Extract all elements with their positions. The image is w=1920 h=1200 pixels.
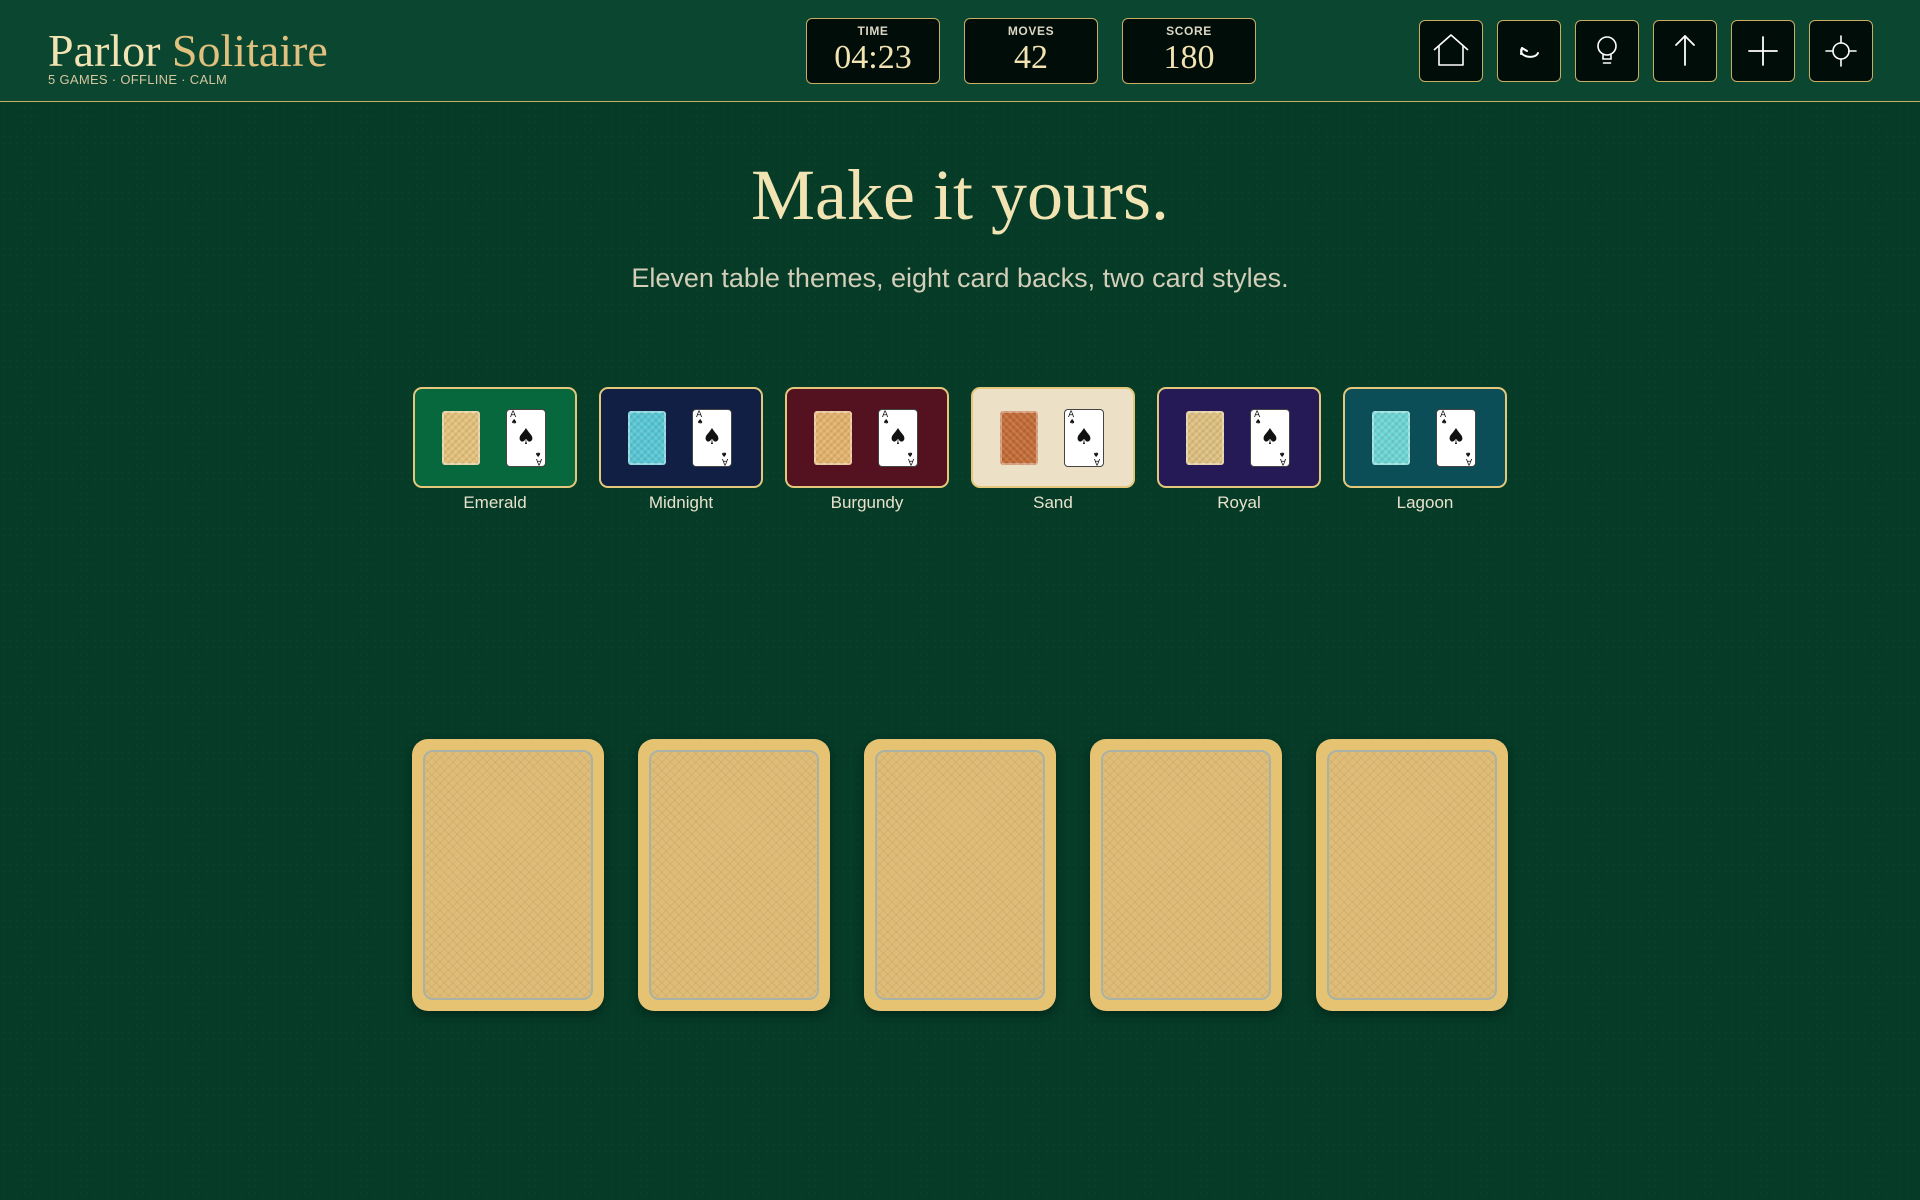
home-button[interactable] — [1419, 20, 1483, 82]
mini-card-back — [1372, 411, 1410, 465]
moves-stat: MOVES 42 — [964, 18, 1098, 84]
app-title-part1: Parlor — [48, 25, 161, 76]
theme-option-royal[interactable]: A ♠ ♠ A ♠ Royal — [1157, 387, 1321, 513]
mini-card-back — [814, 411, 852, 465]
hero-headline: Make it yours. — [751, 155, 1169, 235]
home-icon — [1433, 34, 1469, 66]
spade-icon: ♠ — [702, 425, 722, 450]
top-bar: Parlor Solitaire 5 GAMES · OFFLINE · CAL… — [0, 0, 1920, 102]
theme-option-midnight[interactable]: A ♠ ♠ A ♠ Midnight — [599, 387, 763, 513]
time-label: TIME — [857, 24, 889, 38]
crosshair-icon — [1825, 35, 1857, 67]
settings-button[interactable] — [1809, 20, 1873, 82]
mini-ace-of-spades: A ♠ ♠ A ♠ — [1250, 409, 1290, 467]
card-back-pattern — [423, 750, 593, 1000]
spade-icon: ♠ — [534, 450, 541, 458]
theme-label: Sand — [1033, 493, 1073, 512]
mini-ace-of-spades: A ♠ ♠ A ♠ — [692, 409, 732, 467]
spade-icon: ♠ — [720, 450, 727, 458]
moves-label: MOVES — [1007, 24, 1055, 38]
mini-ace-of-spades: A ♠ ♠ A ♠ — [1436, 409, 1476, 467]
card-back-pattern — [875, 750, 1045, 1000]
arrow-up-icon — [1675, 35, 1695, 66]
mini-ace-of-spades: A ♠ ♠ A ♠ — [1064, 409, 1104, 467]
undo-icon — [1520, 47, 1539, 58]
card-back[interactable] — [1316, 739, 1508, 1011]
theme-label: Emerald — [463, 493, 527, 512]
theme-label: Burgundy — [830, 493, 904, 512]
spade-icon: ♠ — [888, 425, 908, 450]
theme-option-emerald[interactable]: A ♠ ♠ A ♠ Emerald — [413, 387, 577, 513]
card-back-pattern — [1101, 750, 1271, 1000]
mini-ace-of-spades: A ♠ ♠ A ♠ — [878, 409, 918, 467]
mini-card-back — [628, 411, 666, 465]
theme-swatch[interactable]: A ♠ ♠ A ♠ — [1157, 387, 1321, 488]
spade-icon: ♠ — [1092, 450, 1099, 458]
theme-option-burgundy[interactable]: A ♠ ♠ A ♠ Burgundy — [785, 387, 949, 513]
theme-swatch[interactable]: A ♠ ♠ A ♠ — [971, 387, 1135, 488]
spade-icon: ♠ — [1464, 450, 1471, 458]
card-back-pattern — [649, 750, 819, 1000]
theme-option-lagoon[interactable]: A ♠ ♠ A ♠ Lagoon — [1343, 387, 1507, 513]
theme-option-sand[interactable]: A ♠ ♠ A ♠ Sand — [971, 387, 1135, 513]
theme-swatch[interactable]: A ♠ ♠ A ♠ — [1343, 387, 1507, 488]
spade-icon: ♠ — [906, 450, 913, 458]
mini-card-back — [442, 411, 480, 465]
spade-icon: ♠ — [1278, 450, 1285, 458]
spade-icon: ♠ — [1074, 425, 1094, 450]
theme-label: Lagoon — [1396, 493, 1454, 512]
mini-card-back — [1186, 411, 1224, 465]
spade-icon: ♠ — [1446, 425, 1466, 450]
plus-icon — [1748, 36, 1778, 66]
new-game-button[interactable] — [1731, 20, 1795, 82]
card-back[interactable] — [638, 739, 830, 1011]
card-back-pattern — [1327, 750, 1497, 1000]
time-stat: TIME 04:23 — [806, 18, 940, 84]
mini-card-back — [1000, 411, 1038, 465]
theme-swatch[interactable]: A ♠ ♠ A ♠ — [785, 387, 949, 488]
time-value: 04:23 — [834, 39, 912, 76]
moves-value: 42 — [1014, 39, 1048, 76]
score-stat: SCORE 180 — [1122, 18, 1256, 84]
card-back[interactable] — [864, 739, 1056, 1011]
theme-label: Royal — [1217, 493, 1261, 512]
hint-button[interactable] — [1575, 20, 1639, 82]
score-label: SCORE — [1166, 24, 1212, 38]
mini-ace-of-spades: A ♠ ♠ A ♠ — [506, 409, 546, 467]
app-title-part2: Solitaire — [171, 25, 328, 76]
brand: Parlor Solitaire 5 GAMES · OFFLINE · CAL… — [48, 24, 328, 87]
theme-label: Midnight — [648, 493, 714, 512]
spade-icon: ♠ — [516, 425, 536, 450]
theme-swatch[interactable]: A ♠ ♠ A ♠ — [413, 387, 577, 488]
card-back[interactable] — [1090, 739, 1282, 1011]
score-value: 180 — [1163, 39, 1215, 76]
card-back[interactable] — [412, 739, 604, 1011]
auto-complete-button[interactable] — [1653, 20, 1717, 82]
spade-icon: ♠ — [1260, 425, 1280, 450]
undo-button[interactable] — [1497, 20, 1561, 82]
hero-subheadline: Eleven table themes, eight card backs, t… — [631, 263, 1289, 293]
app-title: Parlor Solitaire — [48, 24, 328, 78]
lightbulb-icon — [1597, 36, 1617, 64]
theme-swatch[interactable]: A ♠ ♠ A ♠ — [599, 387, 763, 488]
